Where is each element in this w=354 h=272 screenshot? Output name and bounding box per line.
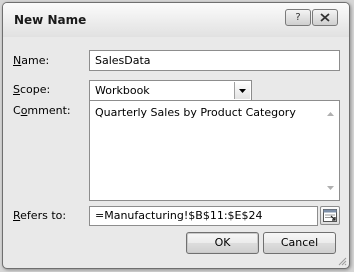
refers-to-label: Refers to: bbox=[13, 209, 67, 222]
comment-scrollbar[interactable] bbox=[323, 101, 339, 200]
collapse-dialog-button[interactable] bbox=[320, 206, 340, 225]
resize-grip-icon[interactable] bbox=[337, 256, 347, 266]
close-button[interactable] bbox=[312, 9, 338, 26]
collapse-dialog-icon bbox=[323, 209, 337, 222]
close-icon bbox=[320, 13, 330, 22]
scope-dropdown[interactable]: Workbook bbox=[89, 80, 252, 101]
cancel-button[interactable]: Cancel bbox=[263, 232, 336, 254]
title-bar[interactable]: New Name ? bbox=[3, 3, 349, 37]
scope-dropdown-value: Workbook bbox=[95, 84, 150, 97]
scroll-up-icon[interactable] bbox=[327, 112, 334, 116]
scope-dropdown-button[interactable] bbox=[234, 82, 250, 99]
scroll-down-icon[interactable] bbox=[327, 186, 334, 190]
name-label: Name: bbox=[13, 54, 50, 67]
help-icon: ? bbox=[295, 12, 301, 23]
refers-to-value: =Manufacturing!$B$11:$E$24 bbox=[95, 209, 263, 222]
refers-to-input[interactable]: =Manufacturing!$B$11:$E$24 bbox=[89, 206, 318, 226]
dialog-title: New Name bbox=[14, 13, 87, 27]
name-input[interactable]: SalesData bbox=[89, 50, 340, 71]
help-button[interactable]: ? bbox=[285, 9, 311, 26]
scope-label: Scope: bbox=[13, 83, 51, 96]
name-input-value: SalesData bbox=[95, 54, 151, 67]
chevron-down-icon bbox=[239, 89, 246, 93]
ok-button[interactable]: OK bbox=[186, 232, 259, 254]
comment-label: Comment: bbox=[13, 104, 71, 117]
comment-text: Quarterly Sales by Product Category bbox=[95, 106, 296, 119]
new-name-dialog: New Name ? Name: SalesData Scope: Workbo… bbox=[2, 2, 350, 269]
comment-textarea[interactable]: Quarterly Sales by Product Category bbox=[89, 100, 340, 201]
